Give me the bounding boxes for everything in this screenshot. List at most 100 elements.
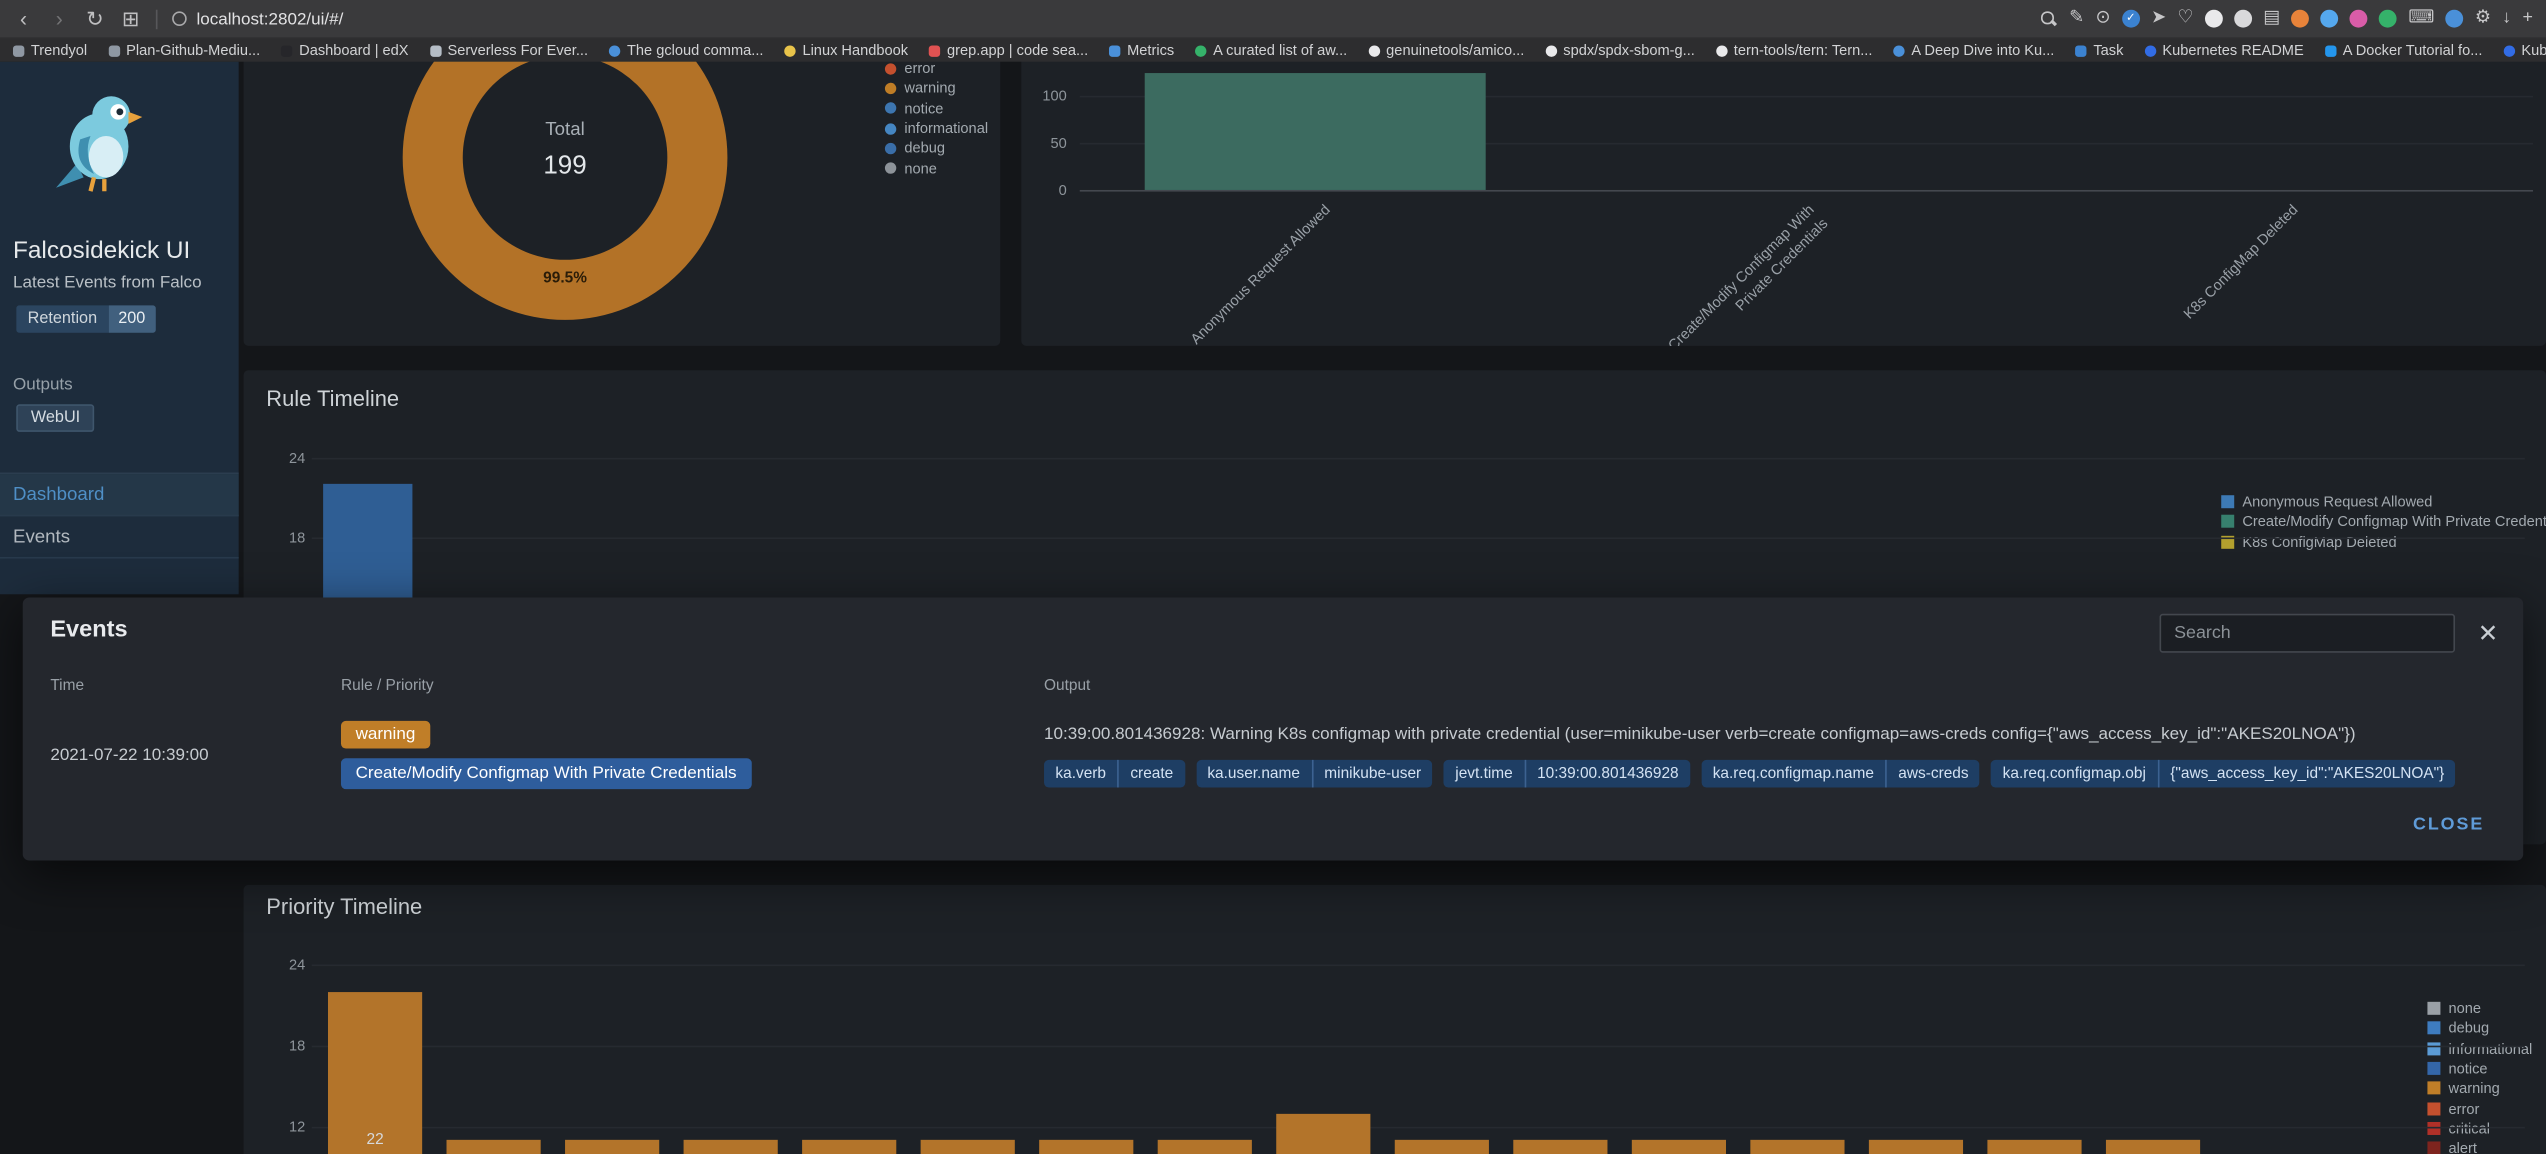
- bookmark-item[interactable]: Linux Handbook: [784, 42, 908, 58]
- bookmark-item[interactable]: Dashboard | edX: [281, 42, 409, 59]
- event-field-chip[interactable]: ka.req.configmap.obj {"aws_access_key_id"…: [1991, 759, 2456, 788]
- bookmark-item[interactable]: Serverless For Ever...: [429, 42, 588, 58]
- search-input[interactable]: [2159, 613, 2456, 653]
- sidebar-item-dashboard[interactable]: Dashboard: [0, 474, 239, 517]
- legend-label: informational: [2448, 1040, 2533, 1057]
- legend-item[interactable]: informational: [884, 118, 988, 138]
- event-field-chip[interactable]: jevt.time 10:39:00.801436928: [1443, 759, 1690, 788]
- address-bar[interactable]: localhost:2802/ui/#/: [172, 9, 343, 28]
- legend-item[interactable]: none: [884, 158, 988, 178]
- bookmark-item[interactable]: A Deep Dive into Ku...: [1893, 42, 2054, 58]
- output-webui-button[interactable]: WebUI: [16, 404, 95, 432]
- keyboard-icon[interactable]: ⌨: [2408, 9, 2434, 28]
- tab-overview-button[interactable]: ⊞: [120, 8, 141, 29]
- search-icon[interactable]: [2040, 10, 2058, 28]
- legend-item[interactable]: warning: [2427, 1078, 2532, 1098]
- bar: [802, 1140, 897, 1154]
- legend-item[interactable]: informational: [2427, 1039, 2532, 1059]
- download-icon[interactable]: ↓: [2502, 9, 2511, 28]
- bookmark-item[interactable]: A Docker Tutorial fo...: [2324, 42, 2482, 58]
- legend-item[interactable]: debug: [884, 138, 988, 158]
- bookmark-favicon: [1368, 44, 1380, 57]
- bookmark-item[interactable]: A curated list of aw...: [1195, 42, 1347, 58]
- bookmark-item[interactable]: Plan-Github-Mediu...: [108, 42, 260, 58]
- legend-item[interactable]: debug: [2427, 1019, 2532, 1039]
- event-field-chip[interactable]: ka.verb create: [1044, 759, 1185, 788]
- events-panel-title: Events: [50, 617, 128, 643]
- chat-extension-icon[interactable]: [2204, 9, 2223, 28]
- settings-gear-icon[interactable]: ⚙: [2475, 9, 2491, 28]
- bookmark-item[interactable]: Metrics: [1109, 42, 1174, 58]
- forward-button[interactable]: ›: [49, 8, 70, 29]
- profile-icon[interactable]: [2445, 9, 2464, 28]
- legend-label: debug: [2448, 1020, 2490, 1037]
- field-key: jevt.time: [1455, 764, 1513, 783]
- bookmark-item[interactable]: genuinetools/amico...: [1368, 42, 1524, 58]
- palette-extension-icon[interactable]: [2349, 9, 2368, 28]
- event-field-chip[interactable]: ka.user.name minikube-user: [1195, 759, 1433, 788]
- priority-badge[interactable]: warning: [340, 720, 430, 749]
- bookmark-favicon: [2503, 44, 2515, 57]
- legend-item[interactable]: warning: [884, 78, 988, 98]
- priority-timeline-panel: Priority Timeline none debug informational…: [243, 884, 2546, 1154]
- rule-timeline-title: Rule Timeline: [266, 386, 400, 411]
- firefox-extension-icon[interactable]: [2291, 9, 2310, 28]
- bookmarks-bar: Trendyol Plan-Github-Mediu... Dashboard | …: [0, 38, 2546, 62]
- bar: [1394, 1140, 1489, 1154]
- legend-item[interactable]: K8s ConfigMap Deleted: [2221, 532, 2546, 552]
- bookmark-favicon: [1109, 44, 1121, 57]
- bookmark-label: Dashboard | edX: [299, 42, 409, 59]
- bookmark-item[interactable]: tern-tools/tern: Tern...: [1715, 42, 1872, 58]
- twitter-extension-icon[interactable]: [2320, 9, 2339, 28]
- close-button[interactable]: CLOSE: [2403, 813, 2494, 836]
- bookmark-item[interactable]: Task: [2075, 42, 2123, 58]
- bookmark-item[interactable]: grep.app | code sea...: [929, 42, 1088, 58]
- bookmark-item[interactable]: spdx/spdx-sbom-g...: [1545, 42, 1695, 58]
- app-subtitle: Latest Events from Falco: [12, 272, 202, 293]
- legend-swatch: [884, 82, 897, 95]
- grammarly-extension-icon[interactable]: [2379, 9, 2398, 28]
- legend-swatch: [2427, 1081, 2441, 1095]
- legend-item[interactable]: notice: [2427, 1058, 2532, 1078]
- new-tab-icon[interactable]: +: [2523, 9, 2533, 28]
- field-value: minikube-user: [1324, 764, 1422, 783]
- legend-item[interactable]: error: [2427, 1098, 2532, 1118]
- legend-item[interactable]: notice: [884, 98, 988, 118]
- bar: [1039, 1140, 1134, 1154]
- heart-icon[interactable]: ♡: [2177, 9, 2193, 28]
- sidebar-item-events[interactable]: Events: [0, 516, 239, 559]
- screen: ‹ › ↻ ⊞ localhost:2802/ui/#/ ✎ ⊙ ✓ ➤ ♡ ▤ ⌨ ⚙ ↓ + …: [0, 0, 2546, 1154]
- reload-button[interactable]: ↻: [84, 8, 105, 29]
- back-button[interactable]: ‹: [13, 8, 34, 29]
- legend-item[interactable]: alert: [2427, 1138, 2532, 1154]
- rule-badge[interactable]: Create/Modify Configmap With Private Cre…: [340, 758, 752, 790]
- legend-item[interactable]: none: [2427, 999, 2532, 1019]
- bookmark-label: Metrics: [1127, 42, 1175, 59]
- browser-toolbar: ‹ › ↻ ⊞ localhost:2802/ui/#/ ✎ ⊙ ✓ ➤ ♡ ▤ ⌨ ⚙ ↓ +: [0, 0, 2546, 39]
- bookmark-item[interactable]: Kubernetes News: [2503, 42, 2546, 58]
- notes-extension-icon[interactable]: ▤: [2263, 9, 2280, 28]
- gridline: [311, 537, 2525, 540]
- bookmark-item[interactable]: Trendyol: [12, 42, 87, 58]
- legend-label: K8s ConfigMap Deleted: [2242, 533, 2397, 551]
- retention-label: Retention: [16, 305, 109, 333]
- bookmark-label: genuinetools/amico...: [1386, 42, 1525, 59]
- bar: [1513, 1140, 1608, 1154]
- legend-label: error: [2448, 1100, 2480, 1117]
- legend-label: Anonymous Request Allowed: [2242, 493, 2433, 511]
- close-icon[interactable]: ✕: [2478, 619, 2498, 648]
- gridline: [1079, 189, 2533, 192]
- bookmark-item[interactable]: The gcloud comma...: [609, 42, 763, 58]
- legend-label: debug: [904, 140, 946, 157]
- edit-icon[interactable]: ✎: [2069, 9, 2084, 28]
- send-icon[interactable]: ➤: [2151, 9, 2166, 28]
- github-extension-icon[interactable]: [2234, 9, 2252, 28]
- y-axis-label: 100: [1042, 87, 1067, 104]
- adblock-shield-icon[interactable]: ✓: [2121, 9, 2140, 28]
- legend-item[interactable]: Create/Modify Configmap With Private Cre…: [2221, 512, 2546, 532]
- screenshot-icon[interactable]: ⊙: [2096, 9, 2111, 28]
- legend-item[interactable]: Anonymous Request Allowed: [2221, 492, 2546, 512]
- bookmark-item[interactable]: Kubernetes README: [2144, 42, 2304, 58]
- bookmark-favicon: [429, 44, 442, 57]
- event-field-chip[interactable]: ka.req.configmap.name aws-creds: [1701, 759, 1980, 788]
